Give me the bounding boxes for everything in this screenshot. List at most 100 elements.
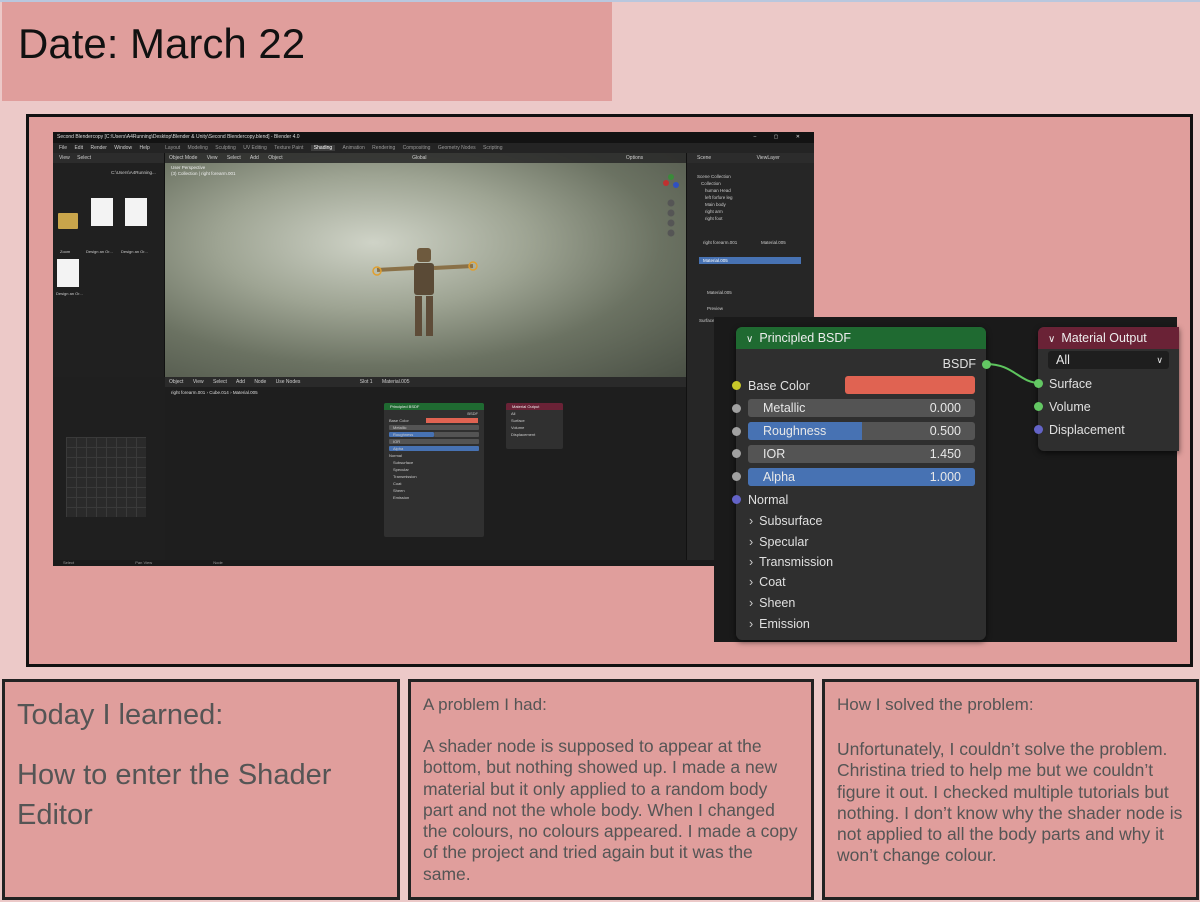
folder-icon[interactable]	[58, 213, 78, 229]
roughness-slider[interactable]: Roughness 0.500	[748, 422, 975, 440]
bsdf-output-socket[interactable]	[982, 360, 991, 369]
uv-grid[interactable]	[66, 437, 146, 517]
mini-panel[interactable]: Sheen	[384, 487, 484, 494]
outliner-row[interactable]: right foot	[687, 215, 814, 222]
ne-menu-select[interactable]: Select	[213, 379, 227, 385]
tab-sculpting[interactable]: Sculpting	[215, 145, 236, 151]
metallic-socket[interactable]	[732, 404, 741, 413]
mini-panel[interactable]: Coat	[384, 480, 484, 487]
mini-panel[interactable]: Emission	[384, 494, 484, 501]
node-header[interactable]: ∨ Principled BSDF	[736, 327, 986, 349]
ne-material-select[interactable]: Material.005	[382, 379, 410, 385]
outliner-row[interactable]: right arm	[687, 208, 814, 215]
menu-render[interactable]: Render	[90, 145, 106, 151]
mini-output-target[interactable]: All	[506, 410, 563, 417]
fb-path[interactable]: C:\Users\A4Running...	[111, 170, 156, 175]
material-select[interactable]: Material.005	[707, 290, 732, 295]
material-slot[interactable]: Material.005	[699, 257, 801, 264]
tab-texture-paint[interactable]: Texture Paint	[274, 145, 303, 151]
tab-shading[interactable]: Shading	[310, 145, 336, 151]
scene-name[interactable]: Scene	[697, 155, 711, 161]
material-output-node[interactable]: ∨ Material Output All ∨ Surface Volume Di…	[1034, 327, 1179, 451]
ne-menu-node[interactable]: Node	[254, 379, 266, 385]
panel-sheen[interactable]: › Sheen	[749, 596, 795, 610]
learned-body: How to enter the Shader Editor	[17, 759, 332, 831]
slot-select[interactable]: Slot 1	[360, 379, 373, 385]
chevron-right-icon: ›	[749, 514, 754, 528]
mini-output-node[interactable]: Material Output All Surface Volume Displ…	[506, 403, 563, 449]
base-color-socket[interactable]	[732, 381, 741, 390]
section-surface[interactable]: Surface	[699, 318, 715, 323]
view-layer[interactable]: ViewLayer	[757, 155, 780, 161]
mini-panel[interactable]: Specular	[384, 466, 484, 473]
output-node-header[interactable]: ∨ Material Output	[1038, 327, 1179, 349]
outliner-row[interactable]: left forfore leg	[687, 194, 814, 201]
vp-menu-select[interactable]: Select	[227, 155, 241, 161]
fb-menu-select[interactable]: Select	[77, 155, 91, 161]
tab-uv-editing[interactable]: UV Editing	[243, 145, 267, 151]
tab-animation[interactable]: Animation	[343, 145, 365, 151]
volume-socket[interactable]	[1034, 402, 1043, 411]
outliner-row[interactable]: Main body	[687, 201, 814, 208]
mini-prop[interactable]: Metallic	[384, 424, 484, 431]
normal-socket[interactable]	[732, 495, 741, 504]
ne-object[interactable]: Object	[169, 379, 183, 385]
collapse-chevron-icon[interactable]: ∨	[746, 329, 753, 351]
panel-specular[interactable]: › Specular	[749, 535, 809, 549]
mode-select[interactable]: Object Mode	[169, 155, 197, 161]
menu-help[interactable]: Help	[139, 145, 149, 151]
character-model[interactable]	[371, 246, 481, 356]
collapse-chevron-icon[interactable]: ∨	[1048, 329, 1055, 351]
panel-subsurface[interactable]: › Subsurface	[749, 514, 822, 528]
options-button[interactable]: Options	[626, 155, 643, 161]
use-nodes-toggle[interactable]: Use Nodes	[276, 379, 301, 385]
mini-panel[interactable]: Subsurface	[384, 459, 484, 466]
transform-orientation[interactable]: Global	[412, 155, 426, 161]
panel-coat[interactable]: › Coat	[749, 575, 786, 589]
image-thumbnail[interactable]	[91, 198, 113, 226]
roughness-socket[interactable]	[732, 427, 741, 436]
vp-menu-view[interactable]: View	[207, 155, 218, 161]
mini-prop[interactable]: IOR	[384, 438, 484, 445]
tab-geometry-nodes[interactable]: Geometry Nodes	[438, 145, 476, 151]
surface-socket[interactable]	[1034, 379, 1043, 388]
image-thumbnail[interactable]	[57, 259, 79, 287]
mini-prop[interactable]: Roughness	[384, 431, 484, 438]
tab-modeling[interactable]: Modeling	[188, 145, 208, 151]
panel-transmission[interactable]: › Transmission	[749, 555, 833, 569]
section-preview[interactable]: Preview	[707, 306, 723, 311]
output-target-dropdown[interactable]: All ∨	[1048, 351, 1169, 369]
tab-scripting[interactable]: Scripting	[483, 145, 502, 151]
tab-rendering[interactable]: Rendering	[372, 145, 395, 151]
displacement-socket[interactable]	[1034, 425, 1043, 434]
ne-menu-add[interactable]: Add	[236, 379, 245, 385]
vp-menu-add[interactable]: Add	[250, 155, 259, 161]
menu-edit[interactable]: Edit	[74, 145, 83, 151]
menu-window[interactable]: Window	[114, 145, 132, 151]
mini-panel[interactable]: Transmission	[384, 473, 484, 480]
base-color-swatch[interactable]	[845, 376, 975, 394]
mini-prop[interactable]: Alpha	[384, 445, 484, 452]
principled-bsdf-node[interactable]: ∨ Principled BSDF BSDF Base Color Metalli…	[732, 327, 991, 640]
mini-principled-node[interactable]: Principled BSDF BSDF Base Color Metallic…	[384, 403, 484, 537]
menu-file[interactable]: File	[59, 145, 67, 151]
ne-menu-view[interactable]: View	[193, 379, 204, 385]
fb-menu-view[interactable]: View	[59, 155, 70, 161]
outliner-row[interactable]: Collection	[687, 180, 814, 187]
alpha-slider[interactable]: Alpha 1.000	[748, 468, 975, 486]
shader-node-editor[interactable]: Object View Select Add Node Use Nodes Sl…	[165, 377, 686, 566]
ior-slider[interactable]: IOR 1.450	[748, 445, 975, 463]
tab-layout[interactable]: Layout	[165, 145, 180, 151]
outliner-row[interactable]: Scene Collection	[687, 173, 814, 180]
ior-socket[interactable]	[732, 449, 741, 458]
navigation-gizmo[interactable]	[660, 167, 682, 247]
tab-compositing[interactable]: Compositing	[403, 145, 431, 151]
metallic-slider[interactable]: Metallic 0.000	[748, 399, 975, 417]
panel-emission[interactable]: › Emission	[749, 617, 810, 631]
vp-menu-object[interactable]: Object	[268, 155, 282, 161]
mini-color-swatch[interactable]	[426, 418, 478, 423]
outliner-row[interactable]: human Head	[687, 187, 814, 194]
alpha-socket[interactable]	[732, 472, 741, 481]
window-controls[interactable]: – ▢ ✕	[754, 132, 808, 143]
image-thumbnail[interactable]	[125, 198, 147, 226]
